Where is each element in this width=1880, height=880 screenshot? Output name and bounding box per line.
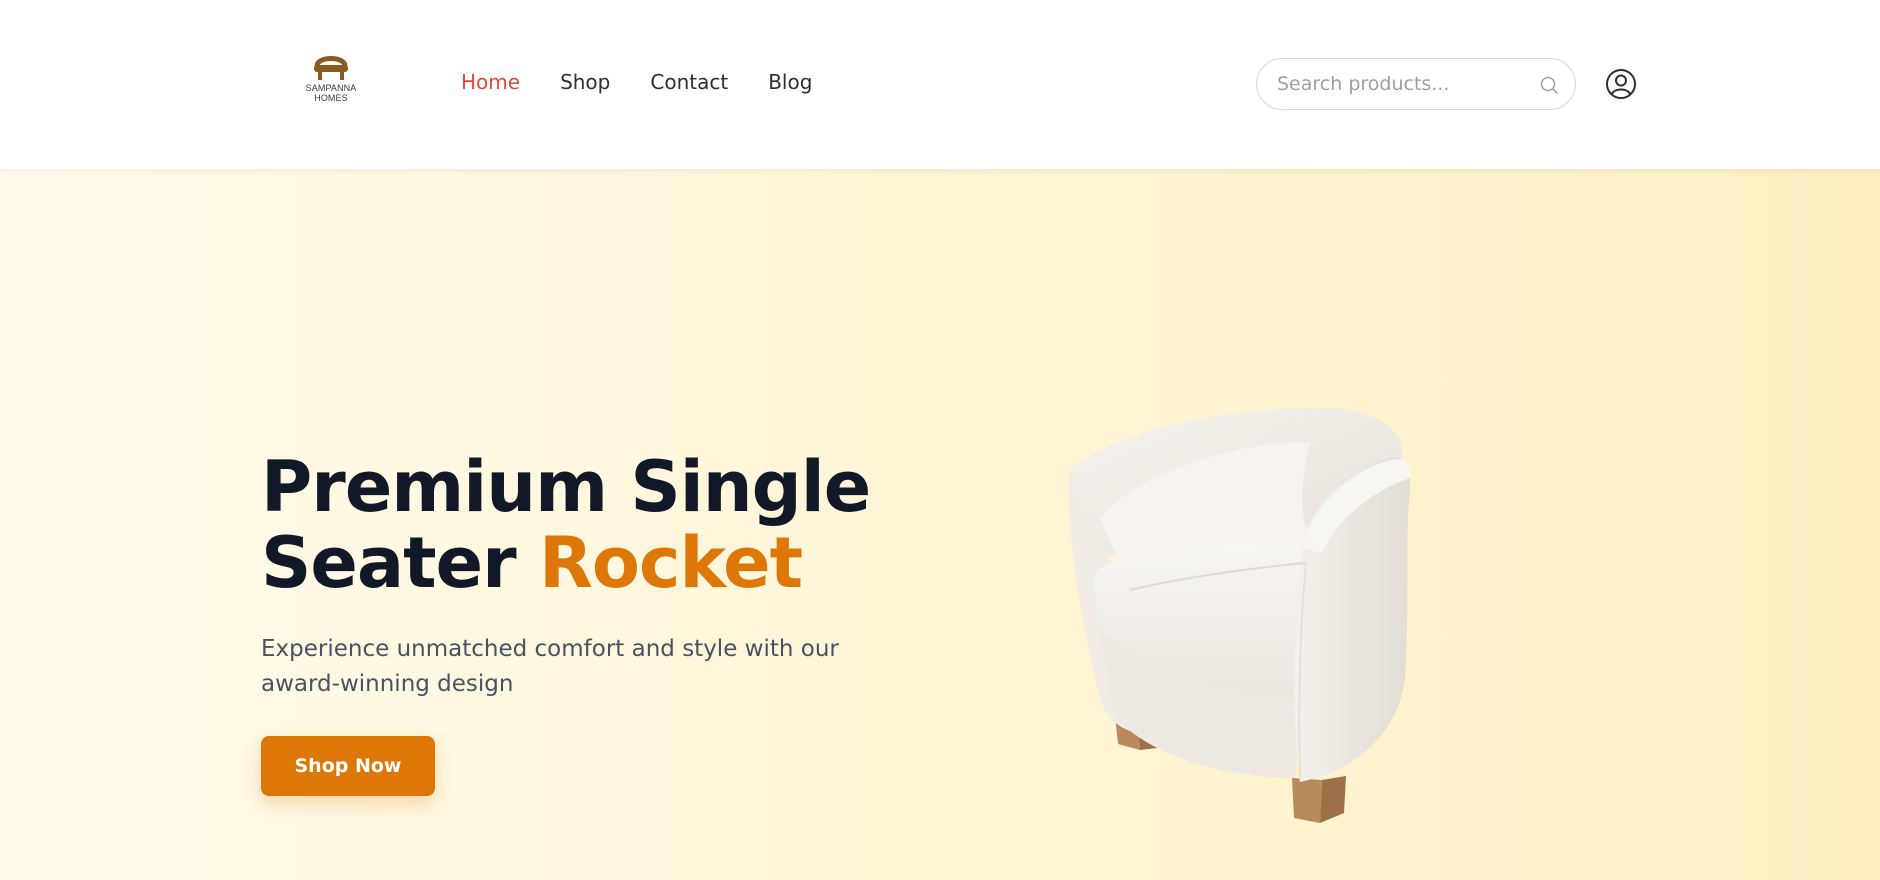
site-header: SAMPANNA HOMES Home Shop Contact Blog bbox=[0, 0, 1880, 169]
search-icon[interactable] bbox=[1539, 75, 1559, 95]
armchair-logo-icon bbox=[314, 56, 348, 80]
shop-now-button[interactable]: Shop Now bbox=[261, 736, 435, 796]
hero-headline: Premium Single Seater Rocket bbox=[261, 446, 871, 604]
nav-item-contact[interactable]: Contact bbox=[650, 70, 728, 94]
logo-text-line1: SAMPANNA bbox=[305, 83, 357, 93]
user-icon[interactable] bbox=[1605, 68, 1637, 100]
hero-subtitle: Experience unmatched comfort and style w… bbox=[261, 636, 839, 697]
headline-accent: Rocket bbox=[538, 522, 803, 604]
search-box bbox=[1256, 58, 1576, 110]
brand-logo[interactable]: SAMPANNA HOMES bbox=[300, 52, 362, 112]
headline-line1: Premium Single bbox=[261, 446, 871, 528]
nav-item-blog[interactable]: Blog bbox=[768, 70, 812, 94]
nav-item-shop[interactable]: Shop bbox=[560, 70, 610, 94]
search-input[interactable] bbox=[1277, 73, 1517, 95]
armchair-image bbox=[1068, 407, 1411, 823]
logo-text: SAMPANNA HOMES bbox=[306, 83, 357, 103]
nav-item-home[interactable]: Home bbox=[461, 70, 520, 94]
main-nav: Home Shop Contact Blog bbox=[461, 70, 852, 94]
logo-text-line2: HOMES bbox=[314, 93, 348, 103]
headline-line2: Seater bbox=[261, 522, 539, 604]
